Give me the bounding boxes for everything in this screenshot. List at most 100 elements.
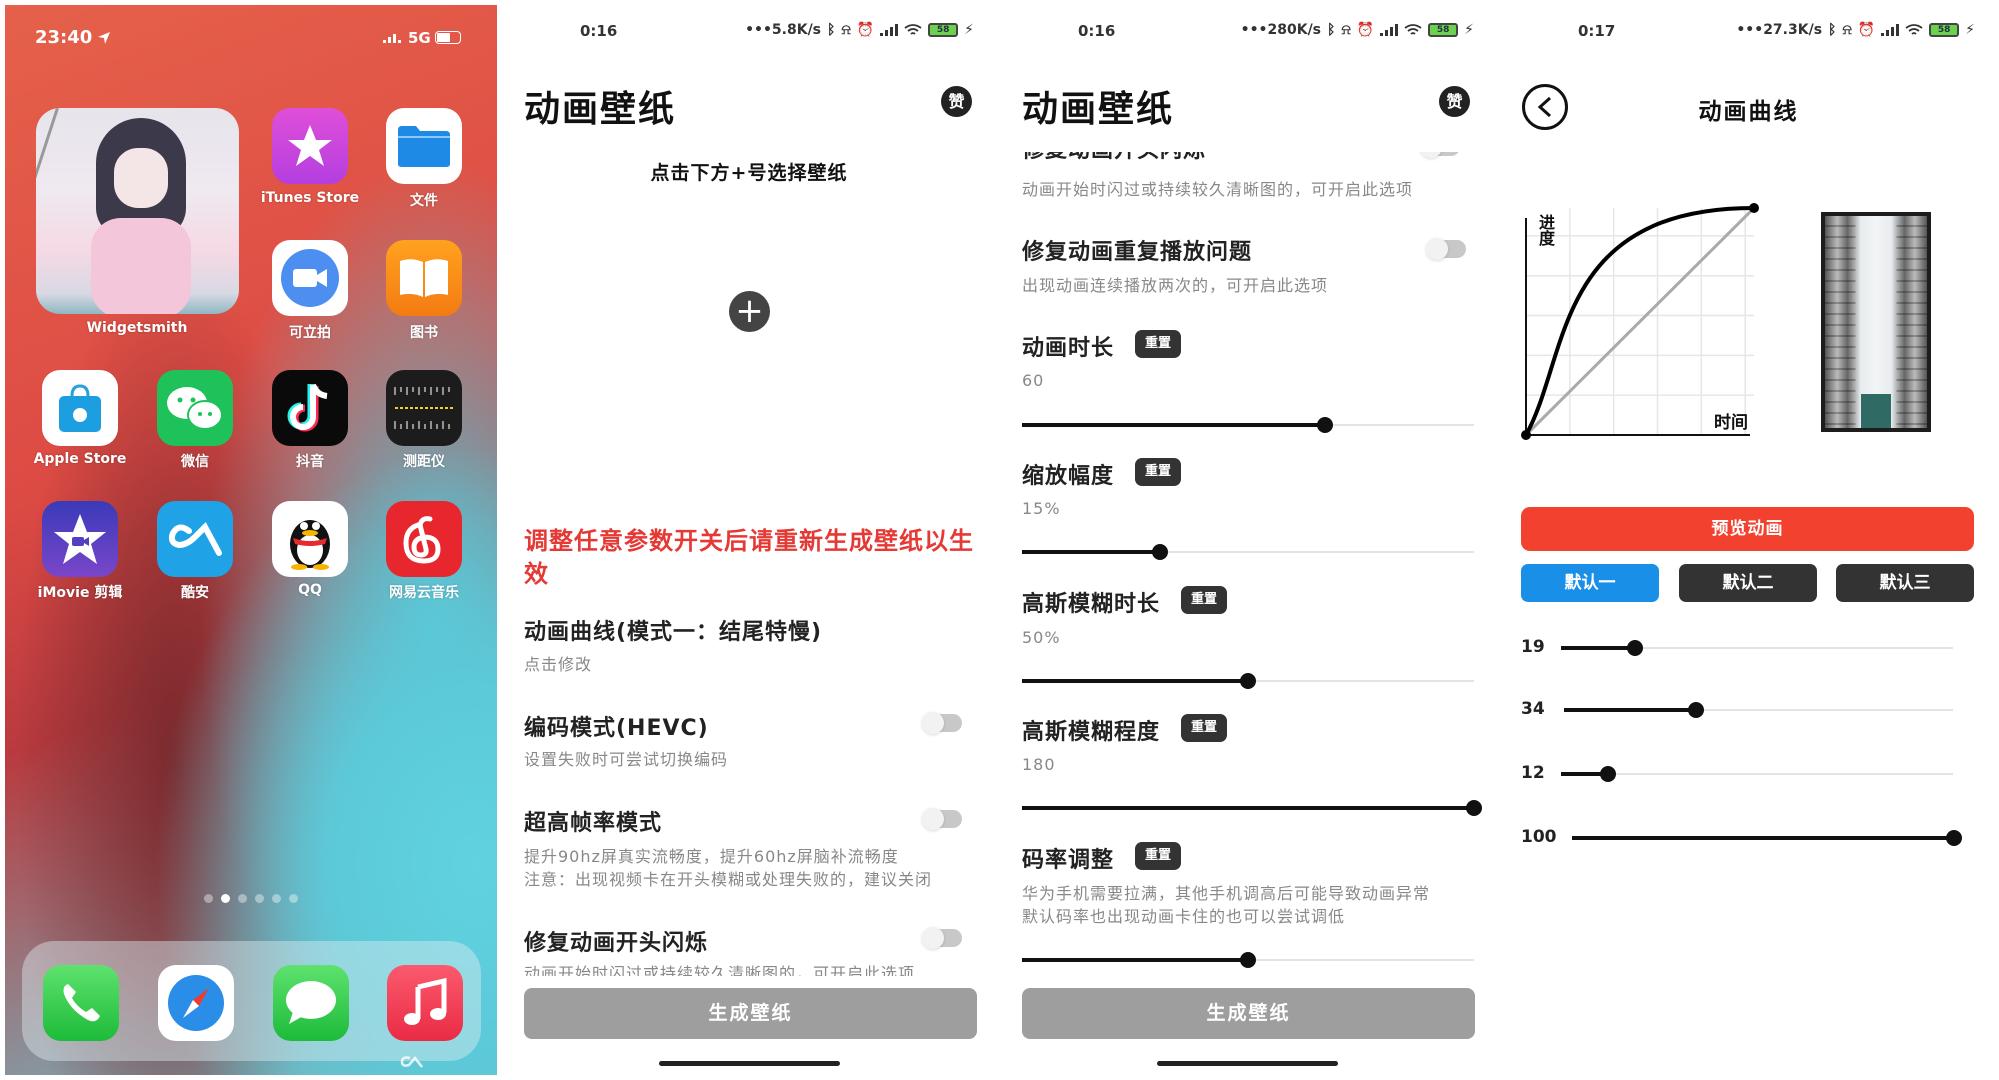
slider-thumb[interactable] (1600, 766, 1617, 782)
scale-slider[interactable] (1022, 543, 1474, 561)
app-qq[interactable] (272, 501, 348, 577)
settings-list[interactable]: 动画曲线(模式一：结尾特慢) 点击修改 编码模式(HEVC) 设置失败时可尝试切… (500, 600, 998, 976)
wallpaper-params-screen: 0:16 •••280K/s ᛒ ⍾ ⏰ 58 ⚡ 动画壁纸 赞 修复动画开头闪… (998, 0, 1498, 1080)
slider-thumb[interactable] (1627, 640, 1644, 656)
curve-param-4-slider[interactable] (1572, 829, 1962, 847)
ruler-icon (394, 387, 453, 429)
app-coolapk[interactable] (157, 501, 233, 577)
fix-start-flicker-toggle[interactable] (922, 927, 962, 949)
reset-button[interactable]: 重置 (1135, 458, 1181, 486)
app-wechat[interactable] (157, 370, 233, 446)
signal-dots-icon (383, 34, 401, 43)
like-button[interactable]: 赞 (1439, 86, 1470, 117)
param-value: 34 (1521, 699, 1545, 719)
alarm-icon: ⏰ (1857, 22, 1876, 38)
dock-safari[interactable] (158, 965, 234, 1041)
charging-icon: ⚡ (964, 22, 974, 38)
reset-button[interactable]: 重置 (1135, 842, 1181, 870)
app-measure[interactable] (386, 370, 462, 446)
widget-image-umbrella (36, 108, 59, 271)
page-dot[interactable] (204, 894, 213, 903)
preview-animation-button[interactable]: 预览动画 (1521, 507, 1974, 551)
penguin-icon (290, 520, 330, 570)
slider-thumb[interactable] (1466, 800, 1482, 816)
slider-thumb[interactable] (1946, 830, 1962, 846)
page-dot[interactable] (221, 894, 230, 903)
slider-fill (1564, 708, 1697, 712)
app-clips[interactable] (272, 240, 348, 316)
app-label: 测距仪 (403, 454, 445, 470)
preset-default-2-button[interactable]: 默认二 (1679, 564, 1817, 602)
curve-param-3-slider[interactable] (1561, 765, 1953, 783)
wifi-icon (1905, 23, 1923, 35)
toggle-knob (922, 808, 944, 830)
blur-level-slider[interactable] (1022, 799, 1482, 817)
app-label: 网易云音乐 (389, 585, 459, 601)
app-apple-store[interactable] (42, 370, 118, 446)
home-indicator[interactable] (1157, 1061, 1338, 1066)
reset-button[interactable]: 重置 (1181, 586, 1227, 614)
slider-title: 高斯模糊程度 (1022, 720, 1161, 745)
slider-thumb[interactable] (1151, 544, 1168, 560)
bitrate-slider[interactable] (1022, 951, 1474, 969)
slider-desc: 华为手机需要拉满，其他手机调高后可能导致动画异常 (1022, 884, 1431, 903)
slider-thumb[interactable] (1240, 673, 1256, 689)
params-list[interactable]: 修复动画开头闪烁 动画开始时闪过或持续较久清晰图的，可开启此选项 修复动画重复播… (998, 152, 1498, 982)
page-dot[interactable] (289, 894, 298, 903)
slider-thumb[interactable] (1240, 952, 1256, 968)
app-label: 酷安 (181, 585, 209, 601)
signal-icon (1881, 24, 1900, 36)
chat-bubbles-icon (167, 387, 223, 430)
slider-desc: 默认码率也出现动画卡住的也可以尝试调低 (1022, 907, 1346, 926)
app-files[interactable] (386, 108, 462, 184)
toggle-knob (1426, 238, 1448, 260)
app-books[interactable] (386, 240, 462, 316)
preset-default-1-button[interactable]: 默认一 (1521, 564, 1659, 602)
high-framerate-toggle[interactable] (922, 808, 962, 830)
blur-duration-slider[interactable] (1022, 672, 1474, 690)
slider-thumb[interactable] (1316, 417, 1333, 433)
reset-button[interactable]: 重置 (1181, 714, 1227, 742)
add-wallpaper-button[interactable]: + (729, 291, 770, 332)
like-button[interactable]: 赞 (941, 86, 972, 117)
widgetsmith-widget[interactable] (36, 108, 239, 314)
hevc-toggle[interactable] (922, 712, 962, 734)
dock-messages[interactable] (273, 965, 349, 1041)
reset-button[interactable]: 重置 (1135, 330, 1181, 358)
bluetooth-icon: ᛒ (1828, 22, 1837, 38)
page-indicator[interactable] (200, 888, 302, 907)
app-douyin[interactable] (272, 370, 348, 446)
curve-param-2-slider[interactable] (1564, 701, 1953, 719)
app-label: 抖音 (296, 454, 324, 470)
home-indicator[interactable] (659, 1061, 840, 1066)
setting-title: 修复动画开头闪烁 (524, 931, 709, 956)
page-dot[interactable] (272, 894, 281, 903)
dock-phone[interactable] (43, 965, 119, 1041)
page-dot[interactable] (255, 894, 264, 903)
generate-wallpaper-button[interactable]: 生成壁纸 (524, 988, 977, 1039)
app-itunes-store[interactable] (272, 108, 348, 184)
curve-param-1-slider[interactable] (1561, 639, 1953, 657)
preset-default-3-button[interactable]: 默认三 (1836, 564, 1974, 602)
slider-thumb[interactable] (1688, 702, 1705, 718)
duration-slider[interactable] (1022, 416, 1474, 434)
curve-start-handle (1521, 430, 1531, 440)
setting-title: 修复动画开头闪烁 (1022, 152, 1206, 164)
slider-title: 动画时长 (1022, 336, 1115, 361)
status-time: 0:16 (580, 22, 618, 40)
app-netease-music[interactable] (386, 501, 462, 577)
folder-icon (398, 126, 450, 167)
generate-wallpaper-button[interactable]: 生成壁纸 (1022, 988, 1475, 1039)
star-icon (288, 125, 332, 166)
page-dot[interactable] (238, 894, 247, 903)
battery-icon: 58 (928, 23, 959, 37)
location-arrow-icon (98, 32, 110, 44)
fix-start-flicker-toggle[interactable] (1420, 152, 1460, 158)
app-imovie[interactable] (42, 501, 118, 577)
music-icon (404, 977, 447, 1025)
bluetooth-icon: ᛒ (827, 22, 836, 38)
setting-title: 超高帧率模式 (524, 811, 663, 836)
dock-music[interactable] (387, 965, 463, 1041)
mute-bell-icon: ⍾ (841, 22, 851, 38)
fix-repeat-toggle[interactable] (1426, 238, 1466, 260)
